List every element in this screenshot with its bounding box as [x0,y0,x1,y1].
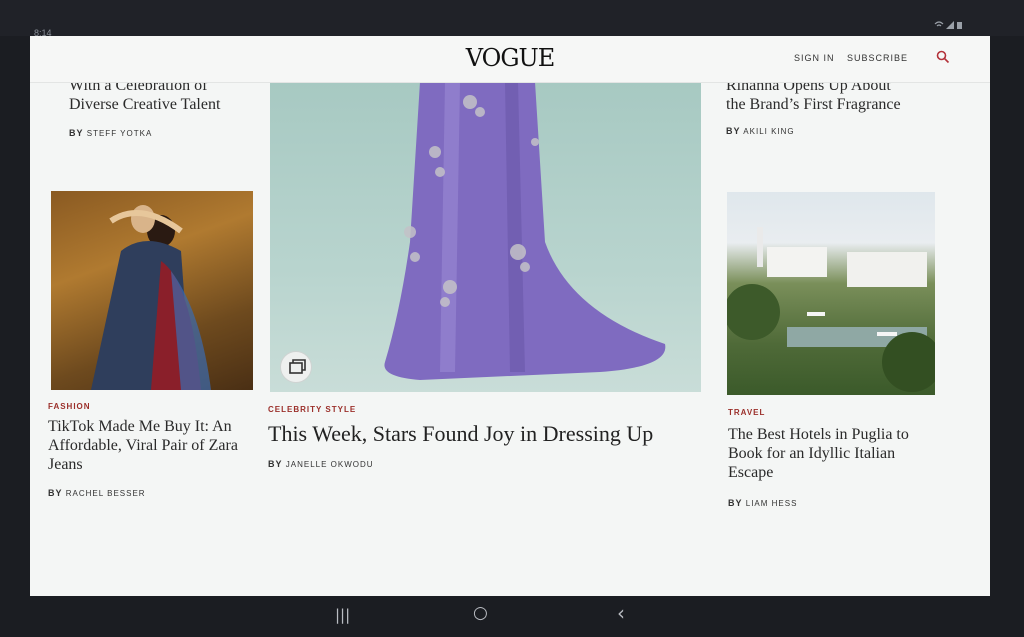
article-headline[interactable]: TikTok Made Me Buy It: An Affordable, Vi… [48,417,253,474]
site-header: VOGUE SIGN IN SUBSCRIBE [30,36,990,83]
article-headline[interactable]: This Week, Stars Found Joy in Dressing U… [268,421,708,447]
home-button[interactable]: ○ [473,603,488,623]
byline-author[interactable]: STEFF YOTKA [87,129,153,138]
article-headline[interactable]: the Brand’s First Fragrance [726,95,956,114]
article-image-travel[interactable] [727,192,935,395]
article-kicker[interactable]: FASHION [48,402,253,411]
gallery-button[interactable] [280,351,312,383]
article-fashion[interactable]: FASHION TikTok Made Me Buy It: An Afford… [48,402,253,498]
search-icon[interactable] [936,50,950,64]
byline-author[interactable]: RACHEL BESSER [66,489,146,498]
article-headline[interactable]: Diverse Creative Talent [69,95,259,114]
byline-prefix: BY [728,498,743,508]
wifi-signal-battery-icons [934,21,962,29]
article-image-hero[interactable] [270,82,701,392]
hotel-photo-illustration [727,227,935,392]
vogue-logo[interactable]: VOGUE [30,44,990,72]
article-kicker[interactable]: CELEBRITY STYLE [268,405,708,414]
back-button[interactable]: ‹ [617,601,625,625]
article-byline: BY RACHEL BESSER [48,488,253,498]
article-top-left[interactable]: With a Celebration of Diverse Creative T… [69,76,259,138]
article-byline: BY LIAM HESS [728,498,943,508]
article-travel[interactable]: TRAVEL The Best Hotels in Puglia to Book… [728,408,943,508]
article-image-fashion[interactable] [51,191,253,390]
article-celebrity-style[interactable]: CELEBRITY STYLE This Week, Stars Found J… [268,405,708,469]
purple-gown-illustration [384,82,666,380]
article-byline: BY STEFF YOTKA [69,128,259,138]
article-byline: BY AKILI KING [726,126,956,136]
byline-author[interactable]: AKILI KING [743,127,794,136]
article-byline: BY JANELLE OKWODU [268,459,708,469]
byline-author[interactable]: LIAM HESS [746,499,798,508]
fashion-photo-illustration [91,205,211,390]
status-bar: 8:14 [0,0,1024,38]
byline-prefix: BY [726,126,741,136]
status-icons [934,20,964,33]
article-kicker[interactable]: TRAVEL [728,408,943,417]
byline-prefix: BY [268,459,283,469]
android-nav-bar: ||| ○ ‹ [0,596,1024,637]
article-headline[interactable]: The Best Hotels in Puglia to Book for an… [728,425,943,482]
article-top-right[interactable]: Rihanna Opens Up About the Brand’s First… [726,76,956,136]
gallery-icon [289,359,306,374]
byline-prefix: BY [48,488,63,498]
byline-prefix: BY [69,128,84,138]
byline-author[interactable]: JANELLE OKWODU [286,460,374,469]
subscribe-link[interactable]: SUBSCRIBE [847,53,908,63]
browser-screen: VOGUE SIGN IN SUBSCRIBE With a Celebrati… [30,36,990,596]
sign-in-link[interactable]: SIGN IN [794,53,835,63]
recents-button[interactable]: ||| [335,606,350,624]
